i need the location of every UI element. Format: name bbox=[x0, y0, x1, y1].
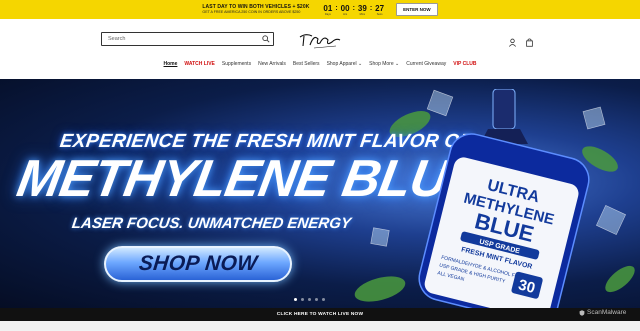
shop-now-label: SHOP NOW bbox=[137, 252, 259, 275]
timer-mins-value: 39 bbox=[357, 3, 367, 13]
nav-watch-live[interactable]: WATCH LIVE bbox=[184, 61, 214, 67]
nav-new-arrivals[interactable]: New Arrivals bbox=[258, 61, 286, 67]
carousel-dot[interactable] bbox=[294, 298, 297, 301]
timer-hours-value: 00 bbox=[340, 3, 350, 13]
carousel-dot[interactable] bbox=[315, 298, 318, 301]
nav-shop-more[interactable]: Shop More ⌄ bbox=[369, 61, 399, 67]
page-bottom-strip bbox=[0, 321, 640, 331]
enter-now-button[interactable]: ENTER NOW bbox=[396, 3, 438, 16]
watch-live-bar[interactable]: CLICK HERE TO WATCH LIVE NOW bbox=[0, 308, 640, 321]
nav-current-giveaway[interactable]: Current Giveaway bbox=[406, 61, 446, 67]
carousel-dot[interactable] bbox=[308, 298, 311, 301]
search-input[interactable]: Search bbox=[101, 32, 274, 46]
nav-vip-club[interactable]: VIP CLUB bbox=[453, 61, 476, 67]
promo-subline: GET A FREE AMERICA 250 COIN IN ORDERS AB… bbox=[202, 10, 301, 14]
nav-shop-apparel[interactable]: Shop Apparel ⌄ bbox=[327, 61, 363, 67]
promo-bar: LAST DAY TO WIN BOTH VEHICLES + $20K GET… bbox=[0, 0, 640, 19]
nav-supplements[interactable]: Supplements bbox=[222, 61, 251, 67]
shop-now-button[interactable]: SHOP NOW bbox=[104, 246, 292, 282]
carousel-dot[interactable] bbox=[301, 298, 304, 301]
search-placeholder: Search bbox=[108, 36, 126, 42]
carousel-dot[interactable] bbox=[322, 298, 325, 301]
timer-days-value: 01 bbox=[323, 3, 333, 13]
hero-headline-sub: LASER FOCUS. UNMATCHED ENERGY bbox=[70, 215, 353, 232]
timer-hours: 00 Hrs bbox=[341, 4, 350, 16]
nav-home[interactable]: Home bbox=[164, 61, 178, 67]
timer-secs-value: 27 bbox=[375, 3, 385, 13]
account-icon[interactable] bbox=[508, 34, 517, 47]
shield-icon bbox=[579, 309, 585, 316]
promo-text: LAST DAY TO WIN BOTH VEHICLES + $20K GET… bbox=[202, 4, 309, 15]
main-nav: Home WATCH LIVE Supplements New Arrivals… bbox=[0, 59, 640, 69]
carousel-dots bbox=[294, 298, 325, 301]
cart-icon[interactable] bbox=[525, 34, 534, 47]
timer-secs: 27 Secs bbox=[375, 4, 384, 16]
timer-secs-label: Secs bbox=[376, 12, 383, 16]
search-icon[interactable] bbox=[259, 32, 273, 46]
scanmalware-watermark: ScanMalware bbox=[579, 309, 626, 316]
timer-separator: : bbox=[369, 4, 373, 12]
timer-mins: 39 Mins bbox=[358, 4, 367, 16]
watch-live-bar-label: CLICK HERE TO WATCH LIVE NOW bbox=[276, 312, 364, 317]
watermark-text: ScanMalware bbox=[587, 309, 627, 316]
site-header: Search Home WATCH LIVE Supplements New A… bbox=[0, 19, 640, 79]
brand-logo[interactable] bbox=[298, 31, 342, 51]
timer-hours-label: Hrs bbox=[343, 12, 348, 16]
timer-separator: : bbox=[352, 4, 355, 12]
product-bottle-image: ULTRA METHYLENE BLUE USP GRADE FRESH MIN… bbox=[418, 89, 590, 308]
header-icons bbox=[508, 34, 534, 47]
timer-separator: : bbox=[335, 4, 338, 12]
timer-days: 01 Days bbox=[323, 4, 332, 16]
timer-days-label: Days bbox=[324, 12, 331, 16]
timer-mins-label: Mins bbox=[359, 12, 366, 16]
nav-best-sellers[interactable]: Best Sellers bbox=[293, 61, 320, 67]
hero-banner[interactable]: EXPERIENCE THE FRESH MINT FLAVOR OF METH… bbox=[0, 79, 640, 308]
countdown-timer: 01 Days : 00 Hrs : 39 Mins : 27 Secs bbox=[323, 4, 384, 16]
